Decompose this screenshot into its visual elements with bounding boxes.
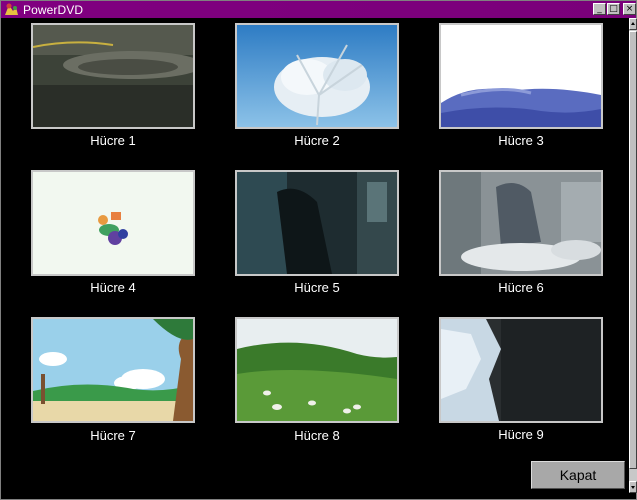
title-bar[interactable]: PowerDVD _ □ ×: [1, 1, 636, 18]
cell-4-thumbnail[interactable]: [31, 170, 195, 276]
window-title: PowerDVD: [23, 3, 84, 17]
vertical-scrollbar[interactable]: [629, 18, 637, 493]
powerdvd-app-icon: [4, 2, 19, 16]
cell-7-thumbnail[interactable]: [31, 317, 195, 423]
cell-1-thumbnail[interactable]: [31, 23, 195, 129]
cell-5-label: Hücre 5: [294, 280, 340, 295]
cell-7-label: Hücre 7: [90, 428, 136, 443]
powerdvd-window: PowerDVD _ □ × Hücre 1 Hücre 2 Hücre 3 H…: [0, 0, 637, 500]
cell-2-thumbnail[interactable]: [235, 23, 399, 129]
maximize-button[interactable]: □: [607, 3, 620, 15]
thumbnail-grid: Hücre 1 Hücre 2 Hücre 3 Hücre 4 Hücre 5 …: [9, 18, 629, 493]
cell-3-thumbnail[interactable]: [439, 23, 603, 129]
cell-2-label: Hücre 2: [294, 133, 340, 148]
cell-4-label: Hücre 4: [90, 280, 136, 295]
scroll-up-arrow-icon[interactable]: [629, 18, 637, 30]
cell-1-label: Hücre 1: [90, 133, 136, 148]
cell-9-label: Hücre 9: [498, 427, 544, 442]
cell-3-label: Hücre 3: [498, 133, 544, 148]
cell-5-thumbnail[interactable]: [235, 170, 399, 276]
minimize-button[interactable]: _: [593, 3, 606, 15]
scroll-down-arrow-icon[interactable]: [629, 481, 637, 493]
close-window-button[interactable]: ×: [623, 3, 636, 15]
cell-8-thumbnail[interactable]: [235, 317, 399, 423]
cell-9-thumbnail[interactable]: [439, 317, 603, 423]
scrollbar-thumb[interactable]: [629, 31, 637, 469]
cell-8-label: Hücre 8: [294, 428, 340, 443]
cell-6-label: Hücre 6: [498, 280, 544, 295]
close-button[interactable]: Kapat: [531, 461, 625, 489]
cell-6-thumbnail[interactable]: [439, 170, 603, 276]
